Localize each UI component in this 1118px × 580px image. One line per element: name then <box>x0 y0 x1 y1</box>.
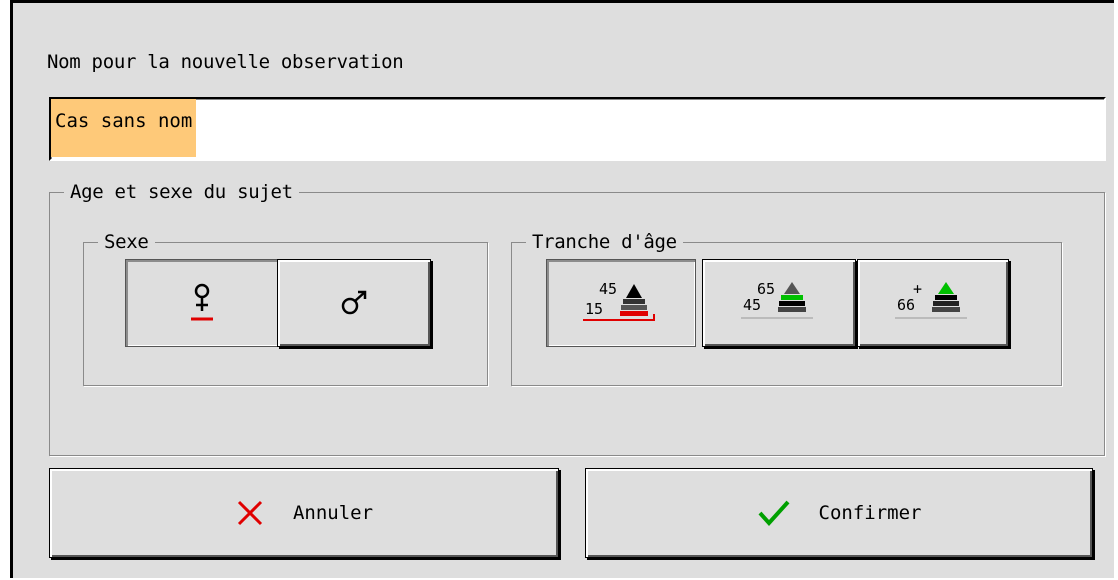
age-pyramid-icon: + 66 <box>891 276 975 330</box>
selected-name-text: Cas sans nom <box>51 99 197 157</box>
name-field-label: Nom pour la nouvelle observation <box>47 51 404 73</box>
cancel-button[interactable]: Annuler <box>49 468 559 558</box>
age-range-lower: 15 <box>585 300 603 318</box>
age-45-65-button[interactable]: 65 45 <box>702 259 856 347</box>
male-button[interactable] <box>277 259 431 347</box>
checkmark-icon <box>757 498 791 528</box>
age-range-group-title: Tranche d'âge <box>532 231 677 253</box>
age-pyramid-icon: 45 15 <box>579 276 663 330</box>
close-icon <box>235 498 265 528</box>
observation-name-input[interactable]: Cas sans nom <box>49 97 1106 161</box>
female-button[interactable] <box>125 259 279 347</box>
age-15-45-button[interactable]: 45 15 <box>546 259 696 347</box>
age-range-lower: 66 <box>897 296 915 314</box>
age-range-lower: 45 <box>743 296 761 314</box>
new-observation-dialog: Nom pour la nouvelle observation Cas san… <box>10 0 1114 578</box>
confirm-button[interactable]: Confirmer <box>585 468 1093 558</box>
female-symbol-icon <box>182 281 222 325</box>
age-range-upper: 45 <box>599 280 617 298</box>
sex-group-title: Sexe <box>104 231 149 253</box>
male-symbol-icon <box>338 287 370 319</box>
age-pyramid-icon: 65 45 <box>737 276 821 330</box>
confirm-button-label: Confirmer <box>818 502 922 524</box>
age-66-plus-button[interactable]: + 66 <box>857 259 1009 347</box>
cancel-button-label: Annuler <box>292 502 374 524</box>
age-sex-group-title: Age et sexe du sujet <box>70 181 293 203</box>
